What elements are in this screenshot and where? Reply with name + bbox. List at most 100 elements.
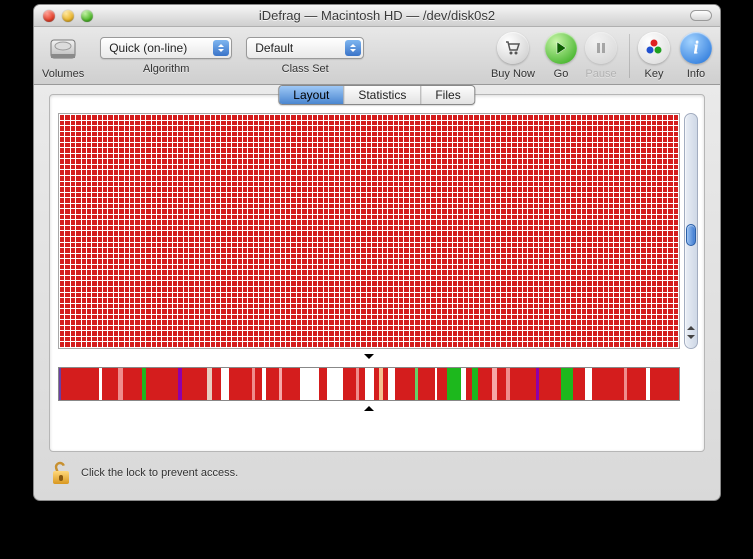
block-cell xyxy=(544,276,548,281)
block-cell xyxy=(157,293,161,298)
block-cell xyxy=(448,231,452,236)
block-cell xyxy=(195,259,199,264)
block-cell xyxy=(221,337,225,342)
block-cell xyxy=(609,254,613,259)
pause-button[interactable]: Pause xyxy=(585,32,617,80)
classset-select[interactable]: Default xyxy=(246,37,364,59)
block-cell xyxy=(286,326,290,331)
block-cell xyxy=(114,270,118,275)
block-cell xyxy=(216,342,220,347)
block-cell xyxy=(173,243,177,248)
go-button[interactable]: Go xyxy=(545,32,577,80)
vertical-scrollbar[interactable] xyxy=(684,113,698,349)
tab-statistics[interactable]: Statistics xyxy=(344,86,421,104)
block-cell xyxy=(114,237,118,242)
block-cell xyxy=(372,159,376,164)
block-cell xyxy=(76,204,80,209)
block-cell xyxy=(356,276,360,281)
tab-layout[interactable]: Layout xyxy=(279,86,344,104)
block-cell xyxy=(539,254,543,259)
block-cell xyxy=(647,270,651,275)
block-cell xyxy=(431,143,435,148)
block-cell xyxy=(216,132,220,137)
block-cell xyxy=(108,254,112,259)
block-cell xyxy=(351,298,355,303)
block-cell xyxy=(491,132,495,137)
block-cell xyxy=(399,137,403,142)
block-cell xyxy=(238,115,242,120)
block-cell xyxy=(577,176,581,181)
titlebar[interactable]: iDefrag — Macintosh HD — /dev/disk0s2 xyxy=(34,5,720,27)
block-cell xyxy=(647,115,651,120)
block-cell xyxy=(82,265,86,270)
block-cell xyxy=(125,293,129,298)
block-cell xyxy=(625,187,629,192)
info-button[interactable]: i Info xyxy=(680,32,712,80)
block-cell xyxy=(340,259,344,264)
block-cell xyxy=(238,259,242,264)
block-cell xyxy=(539,304,543,309)
block-cell xyxy=(523,148,527,153)
block-cell xyxy=(674,237,678,242)
block-cell xyxy=(76,187,80,192)
block-cell xyxy=(512,154,516,159)
block-cell xyxy=(399,215,403,220)
tab-files[interactable]: Files xyxy=(421,86,474,104)
block-cell xyxy=(485,309,489,314)
block-cell xyxy=(98,132,102,137)
lock-icon[interactable] xyxy=(49,460,73,486)
block-cell xyxy=(103,209,107,214)
block-cell xyxy=(604,337,608,342)
minimize-icon[interactable] xyxy=(62,10,74,22)
volumes-button[interactable]: Volumes xyxy=(42,32,84,80)
block-map[interactable] xyxy=(58,113,680,349)
block-cell xyxy=(141,287,145,292)
zoom-icon[interactable] xyxy=(81,10,93,22)
block-cell xyxy=(625,165,629,170)
buynow-button[interactable]: Buy Now xyxy=(491,32,535,80)
block-cell xyxy=(421,309,425,314)
block-cell xyxy=(82,165,86,170)
block-cell xyxy=(157,281,161,286)
block-cell xyxy=(329,237,333,242)
close-icon[interactable] xyxy=(43,10,55,22)
block-cell xyxy=(313,315,317,320)
block-cell xyxy=(308,143,312,148)
block-cell xyxy=(335,198,339,203)
block-cell xyxy=(593,226,597,231)
block-cell xyxy=(469,132,473,137)
block-cell xyxy=(550,287,554,292)
block-cell xyxy=(448,215,452,220)
toolbar-toggle-pill[interactable] xyxy=(690,10,712,21)
key-button[interactable]: Key xyxy=(638,32,670,80)
block-cell xyxy=(329,159,333,164)
scroll-down-icon[interactable] xyxy=(685,333,697,345)
block-cell xyxy=(404,293,408,298)
block-cell xyxy=(453,276,457,281)
block-cell xyxy=(410,187,414,192)
scroll-thumb[interactable] xyxy=(686,224,696,246)
block-cell xyxy=(173,270,177,275)
block-cell xyxy=(388,132,392,137)
block-cell xyxy=(668,248,672,253)
block-cell xyxy=(189,121,193,126)
block-cell xyxy=(609,270,613,275)
block-cell xyxy=(92,126,96,131)
block-cell xyxy=(108,287,112,292)
scroll-up-icon[interactable] xyxy=(685,320,697,332)
block-cell xyxy=(663,342,667,347)
block-cell xyxy=(200,154,204,159)
block-cell xyxy=(318,204,322,209)
algorithm-select[interactable]: Quick (on-line) xyxy=(100,37,232,59)
block-cell xyxy=(641,331,645,336)
block-cell xyxy=(265,182,269,187)
block-cell xyxy=(485,165,489,170)
overview-strip[interactable] xyxy=(58,367,680,401)
block-cell xyxy=(130,121,134,126)
block-cell xyxy=(76,231,80,236)
block-cell xyxy=(431,220,435,225)
block-cell xyxy=(442,193,446,198)
block-cell xyxy=(211,115,215,120)
block-cell xyxy=(221,248,225,253)
block-cell xyxy=(571,243,575,248)
